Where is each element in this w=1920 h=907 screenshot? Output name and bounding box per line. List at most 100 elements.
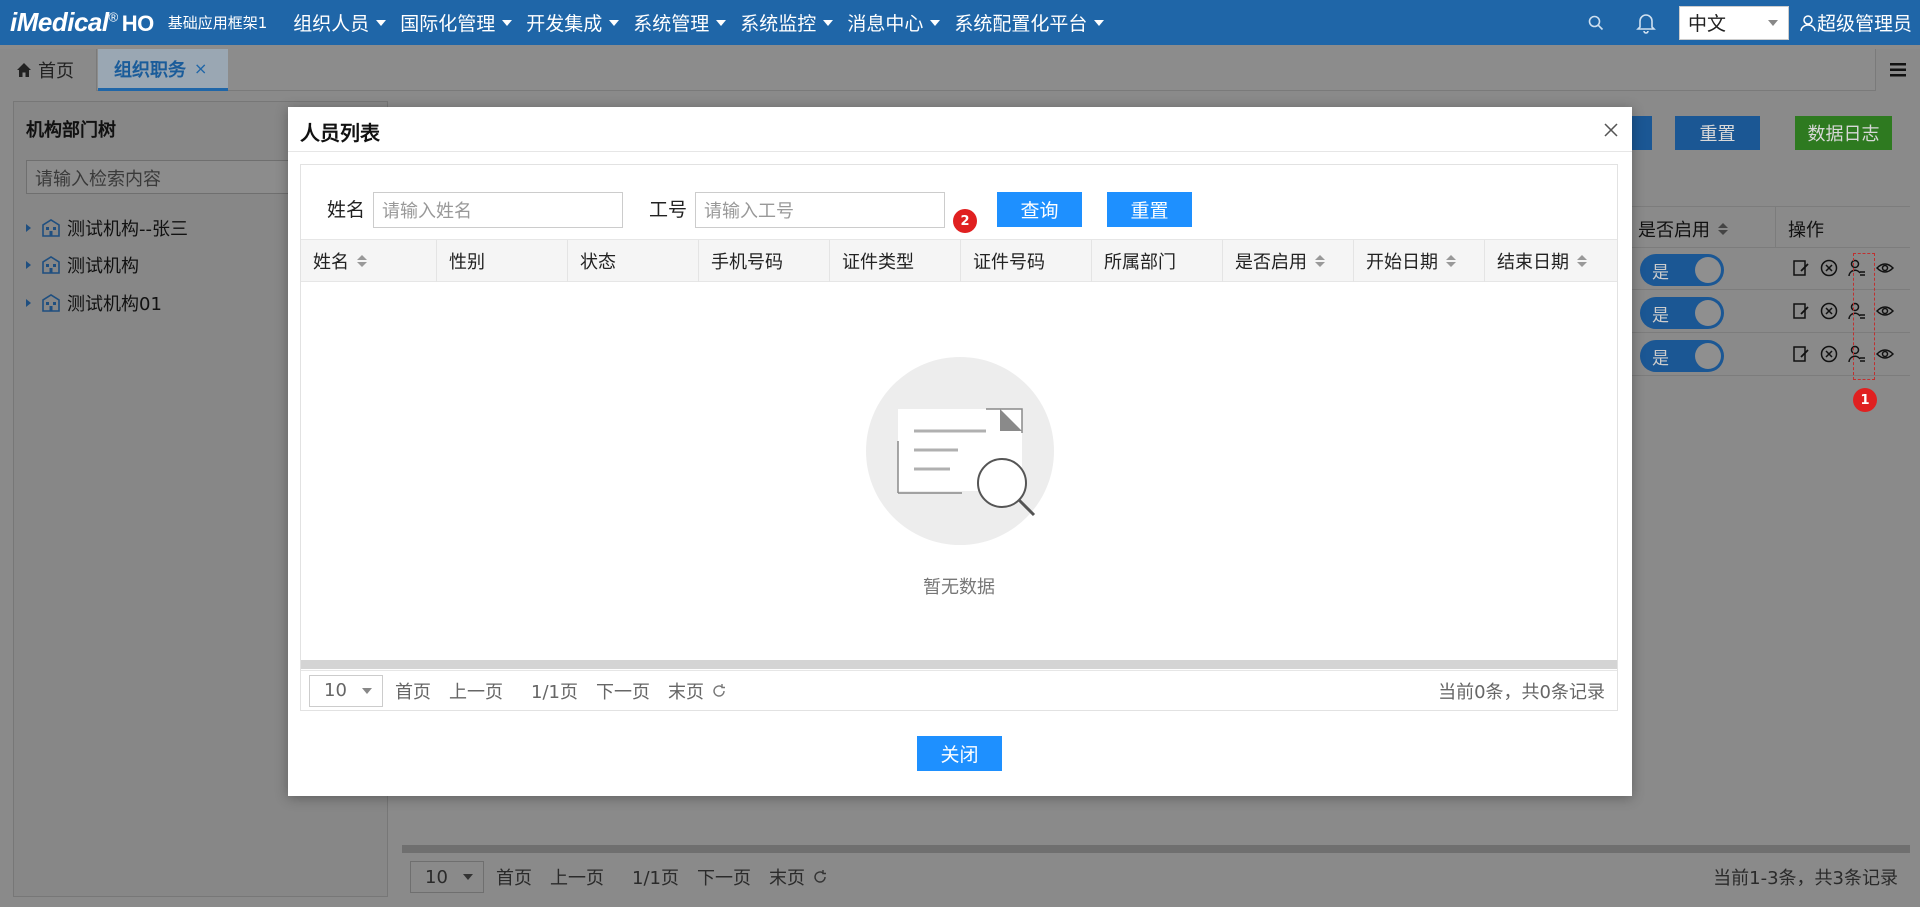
expand-arrow-icon[interactable] [26,299,31,307]
bg-horizontal-scrollbar[interactable] [402,845,1910,853]
query-button[interactable]: 查询 [997,192,1082,227]
column-header-name[interactable]: 姓名 [301,240,437,282]
sort-icon[interactable] [357,255,367,267]
sort-icon[interactable] [1577,255,1587,267]
enabled-toggle[interactable]: 是 [1640,254,1724,286]
next-page-link[interactable]: 下一页 [697,864,751,890]
modal-title: 人员列表 [300,121,380,145]
horizontal-scrollbar[interactable] [301,660,1617,669]
empty-state: 暂无数据 [301,283,1617,655]
bell-icon[interactable] [1621,12,1671,34]
app-name: 基础应用框架1 [167,14,268,32]
employee-id-input[interactable]: 请输入工号 [695,192,945,228]
delete-icon[interactable] [1820,302,1838,320]
user-icon [1800,14,1816,31]
eye-icon[interactable] [1876,259,1894,277]
menu-system-admin[interactable]: 系统管理 [633,9,727,36]
page-size-select[interactable]: 10 [410,861,484,893]
building-icon [42,256,60,274]
chevron-down-icon [930,19,941,26]
sort-icon[interactable] [1446,255,1456,267]
app-logo: iMedical® HO [10,7,154,37]
employee-id-label: 工号 [649,199,688,221]
menu-config-platform[interactable]: 系统配置化平台 [954,9,1105,36]
tree-node[interactable]: 测试机构01 [26,290,162,316]
column-header-enabled[interactable]: 是否启用 [1638,216,1728,242]
language-select[interactable]: 中文 [1678,5,1789,40]
menu-system-monitor[interactable]: 系统监控 [740,9,834,36]
prev-page-link[interactable]: 上一页 [550,864,604,890]
column-header-start-date[interactable]: 开始日期 [1354,240,1485,282]
user-menu[interactable]: 超级管理员 [1799,9,1912,36]
name-label: 姓名 [327,199,366,221]
empty-text: 暂无数据 [923,577,995,598]
bg-pagination: 10 首页 上一页 1/1页 下一页 末页 当前1-3条，共3条记录 [402,857,1910,897]
menu-org-people[interactable]: 组织人员 [293,9,387,36]
expand-arrow-icon[interactable] [26,224,31,232]
tree-node[interactable]: 测试机构 [26,252,139,278]
column-header-department: 所属部门 [1092,240,1223,282]
page-indicator: 1/1页 [531,681,578,703]
hamburger-menu-icon[interactable] [1875,49,1920,91]
chevron-down-icon [1767,19,1778,26]
page-indicator: 1/1页 [632,868,679,889]
column-header-status: 状态 [568,240,699,282]
building-icon [42,294,60,312]
sort-icon[interactable] [1718,223,1728,235]
refresh-icon[interactable] [813,870,827,884]
eye-icon[interactable] [1876,302,1894,320]
refresh-icon[interactable] [712,683,726,698]
prev-page-link[interactable]: 上一页 [449,678,503,704]
column-header-phone: 手机号码 [699,240,830,282]
query-button-partial[interactable] [1632,116,1652,150]
close-icon[interactable] [1600,119,1622,141]
tabs-bar: 首页 组织职务 × [0,45,1920,91]
chevron-down-icon [823,19,834,26]
pagination: 10 首页 上一页 1/1页 下一页 末页 当前0条，共0条记录 [301,670,1617,710]
column-header-id-type: 证件类型 [830,240,961,282]
personnel-list-modal: 人员列表 姓名 请输入姓名 工号 请输入工号 2 查询 重置 姓名 性别 状态 … [288,107,1632,796]
annotation-highlight-box [1853,253,1875,380]
data-log-button[interactable]: 数据日志 [1795,116,1892,150]
tree-node[interactable]: 测试机构--张三 [26,215,188,241]
reset-button[interactable]: 重置 [1107,192,1192,227]
chevron-down-icon [1094,19,1105,26]
edit-icon[interactable] [1792,259,1810,277]
table-header: 姓名 性别 状态 手机号码 证件类型 证件号码 所属部门 是否启用 开始日期 结… [301,239,1617,282]
enabled-toggle[interactable]: 是 [1640,340,1724,372]
edit-icon[interactable] [1792,302,1810,320]
column-header-gender: 性别 [437,240,568,282]
delete-icon[interactable] [1820,259,1838,277]
next-page-link[interactable]: 下一页 [596,678,650,704]
column-header-end-date[interactable]: 结束日期 [1485,240,1617,282]
search-icon[interactable] [1571,15,1621,31]
delete-icon[interactable] [1820,345,1838,363]
chevron-down-icon [716,19,727,26]
column-header-enabled[interactable]: 是否启用 [1223,240,1354,282]
tab-home[interactable]: 首页 [0,49,97,91]
menu-i18n[interactable]: 国际化管理 [400,9,513,36]
first-page-link[interactable]: 首页 [395,678,431,704]
close-tab-icon[interactable]: × [194,59,207,78]
annotation-marker-1: 1 [1853,388,1877,412]
edit-icon[interactable] [1792,345,1810,363]
eye-icon[interactable] [1876,345,1894,363]
empty-data-illustration-icon [866,357,1054,545]
last-page-link[interactable]: 末页 [668,678,704,704]
sort-icon[interactable] [1315,255,1325,267]
page-size-select[interactable]: 10 [309,674,383,707]
column-header-id-number: 证件号码 [961,240,1092,282]
tab-org-position[interactable]: 组织职务 × [98,49,228,91]
enabled-toggle[interactable]: 是 [1640,297,1724,329]
modal-body: 姓名 请输入姓名 工号 请输入工号 2 查询 重置 姓名 性别 状态 手机号码 … [300,164,1618,711]
menu-dev-integration[interactable]: 开发集成 [526,9,620,36]
chevron-down-icon [502,19,513,26]
home-icon [17,63,31,77]
expand-arrow-icon[interactable] [26,261,31,269]
menu-message-center[interactable]: 消息中心 [847,9,941,36]
name-input[interactable]: 请输入姓名 [373,192,623,228]
first-page-link[interactable]: 首页 [496,864,532,890]
close-button[interactable]: 关闭 [917,736,1002,771]
last-page-link[interactable]: 末页 [769,864,805,890]
reset-button[interactable]: 重置 [1675,116,1760,150]
